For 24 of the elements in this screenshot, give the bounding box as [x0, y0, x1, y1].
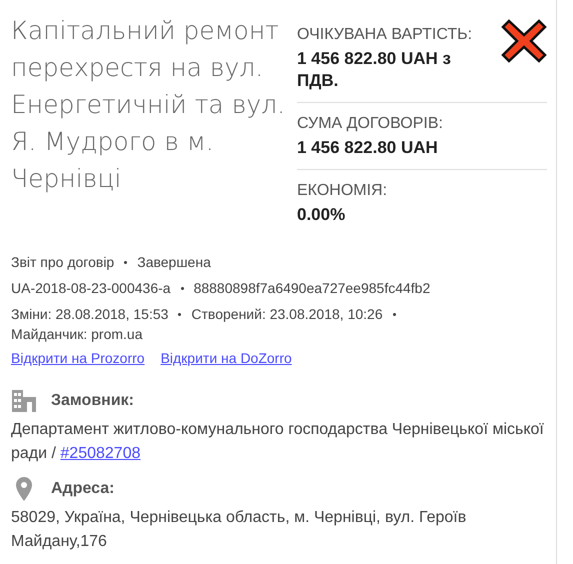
meta-text: 88880898f7a6490ea727ee985fc44fb2 — [194, 279, 430, 298]
cross-icon — [501, 19, 547, 63]
section-heading: Адреса: — [51, 480, 114, 498]
meta-text: Звіт про договір — [11, 253, 114, 272]
meta-text: Завершена — [137, 253, 211, 272]
meta-text: Майданчик: prom.ua — [11, 325, 142, 344]
building-icon — [12, 390, 36, 412]
meta-text: UA-2018-08-23-000436-a — [11, 279, 171, 298]
section-text: 58029, Україна, Чернівецька область, м. Чернівці, вул. Героїв Майдану,176 — [11, 508, 468, 552]
external-link[interactable]: Відкрити на DoZorro — [160, 350, 292, 366]
location-pin-icon — [16, 477, 32, 501]
stat-value: 1 456 822.80 UAH з ПДВ. — [297, 48, 452, 92]
tender-title: Капітальний ремонт перехрестя на вул. Енергетичній та вул. Я. Мудрого в м. Чернівці — [11, 15, 286, 195]
stat-label: ЕКОНОМІЯ: — [297, 182, 388, 200]
meta-text: Створений: 23.08.2018, 10:26 — [191, 305, 383, 324]
external-link[interactable]: Відкрити на Prozorro — [11, 350, 145, 366]
stat-value: 1 456 822.80 UAH — [297, 137, 439, 159]
section-text: Департамент житлово-комунального господарства Чернівецької міської ради / #25082708 — [11, 420, 545, 464]
stat-value: 0.00% — [297, 204, 346, 226]
section-heading: Замовник: — [51, 392, 134, 410]
meta-text: Зміни: 28.08.2018, 15:53 — [11, 305, 168, 324]
stat-label: ОЧІКУВАНА ВАРТІСТЬ: — [297, 26, 474, 44]
stat-label: СУМА ДОГОВОРІВ: — [297, 115, 444, 133]
id-link[interactable]: #25082708 — [60, 445, 140, 462]
